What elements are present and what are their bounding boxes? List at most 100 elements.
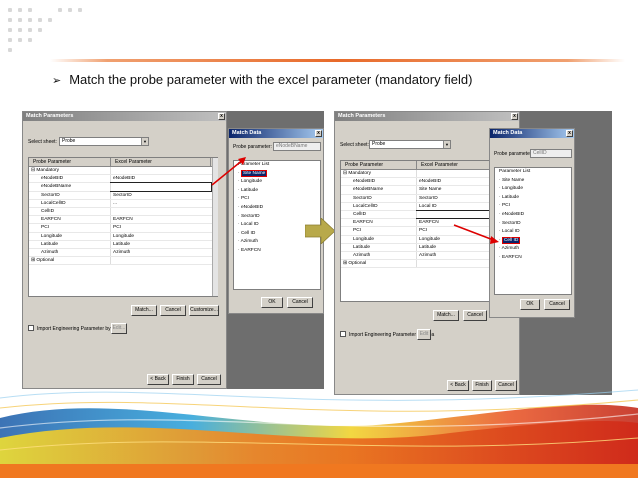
probe-parameter-label: Probe parameter: [233,144,272,150]
close-icon[interactable]: x [218,113,225,120]
list-item[interactable]: · Local ID [495,228,571,237]
probe-parameter-cell: Latitude [341,243,417,251]
excel-parameter-cell[interactable]: SectorID [111,192,211,199]
red-pointer-arrow-icon [453,224,499,244]
list-item[interactable]: · SectorID [495,220,571,229]
dialog-cancel-button[interactable]: Cancel [287,297,313,308]
dialog-cancel-button[interactable]: Cancel [544,299,570,310]
list-item-label: Latitude [501,194,520,200]
list-item-label: Azimuth [240,239,258,245]
list-item[interactable]: · Site Name [495,177,571,186]
list-item-label: Cell ID [501,236,521,244]
next-step-arrow-icon [305,218,335,244]
excel-parameter-cell[interactable] [110,182,212,192]
list-item[interactable]: · eNodeBID [495,211,571,220]
match-button[interactable]: Match... [131,305,157,316]
excel-parameter-cell[interactable]: ... [111,200,211,207]
probe-parameter-cell: SectorID [29,191,111,199]
group-mandatory-label: Mandatory [36,168,60,173]
excel-parameter-cell[interactable]: Latitude [111,241,211,248]
window-titlebar: Match Parameters x [335,112,519,121]
excel-parameter-cell[interactable]: eNodeBID [111,175,211,182]
list-item[interactable]: · Azimuth [495,245,571,254]
mandatory-rows: eNodeBID eNodeBID eNodeBName SectorID Sector… [29,175,217,258]
red-pointer-arrow-icon [211,157,246,186]
excel-parameter-cell[interactable]: EARFCN [111,216,211,223]
select-sheet-combo[interactable]: Probe ▼ [369,140,451,149]
group-optional-label: Optional [348,261,367,267]
col-excel-header[interactable]: Excel Parameter [111,158,211,166]
bullet-arrow-icon: ➢ [52,75,62,87]
chevron-down-icon[interactable]: ▼ [443,141,450,148]
probe-parameter-cell: Longitude [341,235,417,243]
select-sheet-value: Probe [62,138,76,144]
probe-parameter-cell: CellID [29,207,111,216]
close-icon[interactable]: x [511,113,518,120]
probe-parameter-cell: PCI [341,227,417,235]
match-parameters-window: Match Parameters x Select sheet: Probe ▼… [22,111,227,389]
match-button[interactable]: Match... [433,310,459,321]
probe-parameter-cell: Latitude [29,240,111,248]
cancel-button[interactable]: Cancel [160,305,186,316]
table-row[interactable]: PCI PCI [29,224,217,233]
list-item-label: SectorID [501,220,521,226]
select-sheet-combo[interactable]: Probe ▼ [59,137,149,146]
list-item[interactable]: · eNodeBID [234,204,320,213]
select-sheet-label: Select sheet: [340,142,369,148]
close-icon[interactable]: x [566,130,573,137]
table-row[interactable]: Azimuth Azimuth [29,248,217,258]
list-item-label: eNodeBID [240,204,264,210]
close-icon[interactable]: x [315,130,322,137]
list-item-label: eNodeBID [501,211,525,217]
table-row[interactable]: Longitude Longitude [29,232,217,241]
window-titlebar: Match Parameters x [23,112,226,121]
customize-button[interactable]: Customize... [189,305,219,316]
list-item-label: SectorID [240,213,260,219]
table-row[interactable]: eNodeBID eNodeBID [29,175,217,184]
list-item-label: Local ID [501,229,520,235]
list-item[interactable]: · Longitude [495,185,571,194]
col-probe-header[interactable]: Probe Parameter [341,161,417,169]
group-mandatory[interactable]: ⊟ Mandatory [29,167,217,176]
chevron-down-icon[interactable]: ▼ [141,138,148,145]
probe-parameter-cell: LocalCellID [29,199,111,207]
bullet-text: Match the probe parameter with the excel… [69,72,473,87]
table-row[interactable]: CellID [29,207,217,217]
list-item[interactable]: · EARFCN [495,254,571,263]
table-row[interactable]: SectorID SectorID [29,191,217,200]
import-by-area-label: Import Engineering Parameter by Area [37,326,123,332]
edit-button[interactable]: Edit [417,329,431,340]
table-row[interactable]: Latitude Latitude [29,240,217,249]
table-row[interactable]: LocalCellID... [29,199,217,208]
group-mandatory-label: Mandatory [348,171,372,176]
group-optional[interactable]: ⊞ Optional [29,257,217,266]
col-probe-header[interactable]: Probe Parameter [29,158,111,166]
probe-parameter-cell: SectorID [341,194,417,202]
list-item-label: Longitude [501,186,524,192]
import-by-area-checkbox[interactable] [28,325,34,331]
excel-parameter-cell[interactable]: Longitude [111,233,211,240]
list-item[interactable]: · EARFCN [234,247,320,256]
header-divider [50,59,625,62]
list-item[interactable]: · Cell ID [495,236,571,246]
ok-button[interactable]: OK [261,297,283,308]
table-row[interactable]: eNodeBName [29,182,217,192]
list-item[interactable]: · PCI [234,195,320,204]
probe-parameter-cell: eNodeBID [341,178,417,186]
probe-parameter-label: Probe parameter: [494,151,533,157]
excel-parameter-cell[interactable]: Azimuth [111,249,211,256]
probe-parameter-cell: EARFCN [341,219,417,227]
parameter-listbox[interactable]: Parameter List · Site Name · Longitude · L… [494,167,572,295]
table-row[interactable]: EARFCN EARFCN [29,216,217,225]
cancel-button[interactable]: Cancel [463,310,487,321]
ok-button[interactable]: OK [520,299,540,310]
grid-header: Probe Parameter Excel Parameter [29,158,217,167]
edit-button[interactable]: Edit... [111,323,127,334]
list-item[interactable]: · Latitude [495,194,571,203]
excel-parameter-cell[interactable]: PCI [111,224,211,231]
excel-parameter-cell[interactable] [111,208,211,215]
list-item-label: EARFCN [501,254,522,260]
import-by-area-checkbox[interactable] [340,331,346,337]
list-item[interactable]: · PCI [495,202,571,211]
list-item-label: PCI [240,196,249,202]
